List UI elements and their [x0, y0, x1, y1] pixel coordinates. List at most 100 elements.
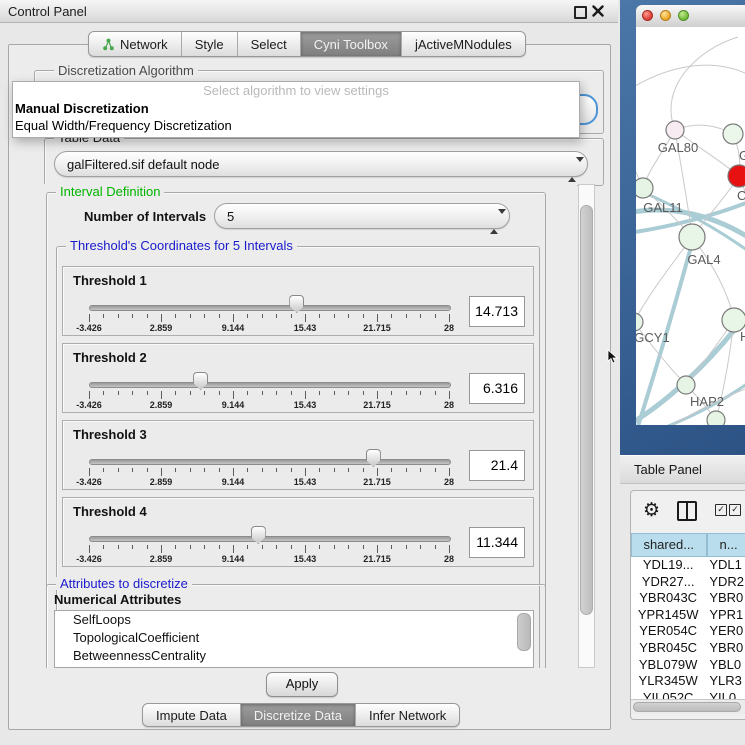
node-gcy1[interactable]	[636, 313, 643, 331]
table-row[interactable]: YER054CYER0	[631, 623, 745, 640]
node-hap2[interactable]	[677, 376, 695, 394]
table-row[interactable]: YDL19...YDL1	[631, 557, 745, 574]
node-label-g-partial: GA	[739, 148, 745, 163]
column-header-name[interactable]: n...	[707, 533, 745, 557]
application-window: Control Panel Network Style Select Cyni …	[0, 0, 745, 745]
table-row[interactable]: YDR27...YDR2	[631, 574, 745, 591]
tab-infer-network[interactable]: Infer Network	[355, 704, 459, 726]
dropdown-placeholder-option[interactable]: Select algorithm to view settings	[13, 82, 579, 100]
close-icon[interactable]	[592, 5, 604, 17]
numerical-attributes-list: SelfLoopsTopologicalCoefficientBetweenne…	[54, 610, 534, 668]
table-row[interactable]: YBR043CYBR0	[631, 590, 745, 607]
table-data-selected-value: galFiltered.sif default node	[67, 157, 219, 172]
threshold-value-field[interactable]: 21.4	[469, 450, 525, 481]
threshold-slider-track[interactable]	[89, 382, 451, 388]
tab-label: jActiveMNodules	[415, 37, 512, 52]
tab-impute-data[interactable]: Impute Data	[143, 704, 240, 726]
node-gal11[interactable]	[636, 178, 653, 198]
algorithm-dropdown-popup: Select algorithm to view settings Manual…	[12, 81, 580, 138]
node-bottom[interactable]	[707, 411, 725, 425]
combo-spinner-icon	[490, 209, 498, 225]
node-label-c-partial: C	[737, 188, 745, 203]
table-row[interactable]: YBR045CYBR0	[631, 640, 745, 657]
column-header-shared-name[interactable]: shared...	[631, 533, 707, 557]
discretization-algorithm-group-title: Discretization Algorithm	[54, 64, 198, 77]
close-traffic-light[interactable]	[642, 10, 653, 21]
node-table-card: ⚙ ✓ ✓ shared... n... YDL19...YDL1YDR27..…	[630, 490, 745, 720]
gear-icon[interactable]: ⚙	[643, 497, 660, 523]
node-gal4[interactable]	[679, 224, 705, 250]
node-selected-red[interactable]	[728, 165, 745, 187]
tab-select[interactable]: Select	[237, 32, 300, 56]
control-panel-titlebar: Control Panel	[0, 0, 618, 23]
tab-label: Select	[251, 37, 287, 52]
network-canvas[interactable]: GAL80 GA C GAL11 GAL4 GCY1 H HAP2	[636, 27, 745, 425]
tab-network[interactable]: Network	[89, 32, 181, 56]
zoom-traffic-light[interactable]	[678, 10, 689, 21]
threshold-2-panel: Threshold 2 -3.4262.8599.14415.4321.7152…	[62, 343, 534, 413]
threshold-3-panel: Threshold 3 -3.4262.8599.14415.4321.7152…	[62, 420, 534, 490]
table-row[interactable]: YBL079WYBL0	[631, 657, 745, 674]
columns-icon[interactable]	[677, 501, 697, 521]
network-window-titlebar	[636, 5, 745, 28]
node-label-gal11: GAL11	[643, 200, 683, 215]
slider-ticks	[89, 314, 449, 323]
minimize-traffic-light[interactable]	[660, 10, 671, 21]
node-label-hap2: HAP2	[690, 394, 724, 409]
network-icon	[102, 38, 115, 51]
table-row[interactable]: YIL052CYIL0	[631, 690, 745, 699]
tab-label: Discretize Data	[254, 708, 342, 723]
tab-jactivemnodules[interactable]: jActiveMNodules	[401, 32, 525, 56]
checkbox-icon[interactable]: ✓	[729, 504, 741, 516]
checkbox-icon[interactable]: ✓	[715, 504, 727, 516]
tab-style[interactable]: Style	[181, 32, 237, 56]
dropdown-option-equal-width-frequency[interactable]: Equal Width/Frequency Discretization	[13, 117, 579, 134]
number-of-intervals-combobox[interactable]: 5	[214, 203, 510, 229]
settings-scroll-area: Interval Definition Number of Intervals …	[16, 184, 577, 668]
node-table-body: YDL19...YDL1YDR27...YDR2YBR043CYBR0YPR14…	[631, 557, 745, 699]
node-label-gcy1: GCY1	[636, 330, 670, 345]
threshold-value-field[interactable]: 11.344	[469, 527, 525, 558]
slider-ticks	[89, 545, 449, 554]
network-view-window: GAL80 GA C GAL11 GAL4 GCY1 H HAP2	[620, 0, 745, 455]
number-of-intervals-value: 5	[227, 209, 234, 224]
panel-title: Control Panel	[8, 4, 87, 19]
tab-cyni-toolbox[interactable]: Cyni Toolbox	[300, 32, 401, 56]
list-item[interactable]: TopologicalCoefficient	[55, 629, 533, 647]
number-of-intervals-label: Number of Intervals	[84, 209, 206, 224]
node-gal80[interactable]	[666, 121, 684, 139]
node-top-right[interactable]	[723, 124, 743, 144]
slider-tick-labels: -3.4262.8599.14415.4321.71528	[89, 477, 449, 487]
cyni-mode-tabs: Impute Data Discretize Data Infer Networ…	[142, 703, 460, 727]
table-header-row: shared... n...	[631, 533, 745, 557]
tab-discretize-data[interactable]: Discretize Data	[240, 704, 355, 726]
panel-scrollbar[interactable]	[578, 184, 595, 668]
list-scrollbar[interactable]	[517, 613, 531, 651]
list-item[interactable]: BetweennessCentrality	[55, 647, 533, 665]
mouse-cursor	[607, 349, 619, 365]
table-horizontal-scrollbar[interactable]	[631, 699, 745, 714]
panel-scrollbar-thumb[interactable]	[580, 205, 593, 615]
apply-button[interactable]: Apply	[266, 672, 338, 697]
threshold-slider-track[interactable]	[89, 305, 451, 311]
slider-tick-labels: -3.4262.8599.14415.4321.71528	[89, 400, 449, 410]
interval-definition-group-title: Interval Definition	[56, 185, 164, 198]
threshold-slider-track[interactable]	[89, 459, 451, 465]
table-data-combobox[interactable]: galFiltered.sif default node	[54, 151, 588, 177]
table-row[interactable]: YPR145WYPR1	[631, 607, 745, 624]
threshold-value-field[interactable]: 6.316	[469, 373, 525, 404]
list-item[interactable]: SelfLoops	[55, 611, 533, 629]
combo-spinner-icon	[568, 157, 576, 173]
table-hscrollbar-thumb[interactable]	[633, 702, 741, 712]
tab-label: Infer Network	[369, 708, 446, 723]
table-row[interactable]: YLR345WYLR3	[631, 673, 745, 690]
table-panel-titlebar: Table Panel	[620, 455, 745, 484]
node-label-h-partial: H	[740, 329, 745, 344]
threshold-slider-track[interactable]	[89, 536, 451, 542]
threshold-value-field[interactable]: 14.713	[469, 296, 525, 327]
float-window-icon[interactable]	[574, 6, 587, 19]
dropdown-option-manual-discretization[interactable]: Manual Discretization	[13, 100, 579, 117]
slider-ticks	[89, 391, 449, 400]
attributes-group-title: Attributes to discretize	[56, 577, 192, 590]
tab-label: Cyni Toolbox	[314, 37, 388, 52]
